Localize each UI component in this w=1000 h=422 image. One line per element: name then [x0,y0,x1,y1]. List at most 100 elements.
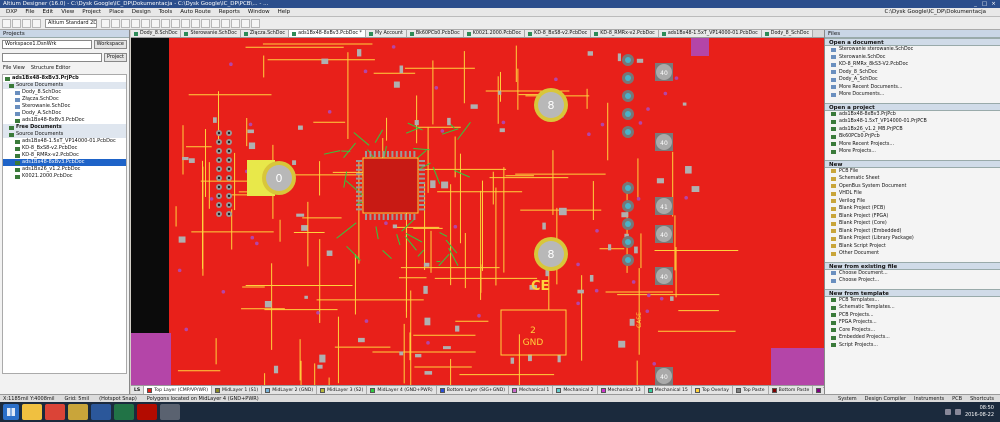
project-select[interactable] [2,53,102,62]
maximize-button[interactable]: □ [980,0,989,8]
cut-icon[interactable] [131,18,140,28]
menu-item-tools[interactable]: Tools [155,8,177,17]
files-section-item[interactable]: OpenBus System Document [825,183,1000,191]
files-section-item[interactable]: More Recent Projects... [825,141,1000,149]
files-section-item[interactable]: Sterowanie.SchDoc [825,54,1000,62]
files-section-header[interactable]: New from template [825,288,1000,297]
paste-icon[interactable] [151,18,160,28]
files-section-header[interactable]: New from existing file [825,261,1000,270]
menu-item-window[interactable]: Window [244,8,274,17]
layer-tab[interactable]: MidLayer 4 (GND+PWR) [367,386,437,394]
panel-button-instruments[interactable]: Instruments [914,395,944,402]
structure-editor-radio[interactable]: Structure Editor [31,65,71,71]
menu-item-reports[interactable]: Reports [215,8,244,17]
network-icon[interactable] [944,409,951,415]
tree-item[interactable]: Source Documents [3,82,126,89]
files-section-item[interactable]: Core Projects... [825,327,1000,335]
tree-item[interactable]: KD-8_RMRx-v2.PcbDoc [3,152,126,159]
redo-icon[interactable] [251,18,260,28]
layer-tab[interactable]: Bottom Paste [769,386,814,394]
files-section-item[interactable]: KD-8_RMRx_8kS3-V2.PcbDoc [825,61,1000,69]
menu-item-place[interactable]: Place [105,8,128,17]
menu-item-file[interactable]: File [21,8,38,17]
route-icon[interactable] [181,18,190,28]
word-app[interactable] [91,404,111,420]
chrome-app[interactable] [45,404,65,420]
layer-tab[interactable]: Top Overlay [692,386,733,394]
tree-item[interactable]: KD-8_BxS8-v2.PcbDoc [3,145,126,152]
files-section-item[interactable]: More Projects... [825,148,1000,156]
via-icon[interactable] [191,18,200,28]
layer-tab[interactable]: Bottom Layer (SIG+GND) [437,386,510,394]
calc-app[interactable] [160,404,180,420]
print-icon[interactable] [32,18,41,28]
save-icon[interactable] [22,18,31,28]
document-tab[interactable]: KD-8_BxS8-v2.PcbDoc [525,30,592,37]
text-icon[interactable] [211,18,220,28]
files-section-item[interactable]: Blank Project (Core) [825,220,1000,228]
tree-item[interactable]: ads1Bx48-1.5xT_VP14000-01.PcbDoc [3,138,126,145]
zoom-out-icon[interactable] [111,18,120,28]
files-section-item[interactable]: Dody_A_SchDoc [825,76,1000,84]
files-section-header[interactable]: Open a project [825,102,1000,111]
document-tab[interactable]: ads1Bx48-8xBv3.PcbDoc * [289,30,366,37]
layer-set-icon[interactable]: LS [131,386,145,394]
files-section-item[interactable]: Blank Project (Embedded) [825,228,1000,236]
layer-tab[interactable]: Mechanical 1 [509,386,554,394]
files-section-item[interactable]: Choose Document... [825,270,1000,278]
minimize-button[interactable]: _ [971,0,980,8]
start-button[interactable] [3,404,19,420]
pcb-board-view[interactable]: 0 8 8 40 40 41 40 40 40 CE 2 GND CASE [131,38,824,385]
files-section-header[interactable]: Open a document [825,38,1000,46]
document-tab[interactable]: KD-8_RMRx-v2.PcbDoc [591,30,659,37]
files-section-item[interactable]: Bk60PCb0.PrjPcb [825,133,1000,141]
layer-tab[interactable]: Top Paste [733,386,769,394]
document-tab[interactable]: Dody_8.SchDoc [131,30,182,37]
layer-tab[interactable]: Mechanical 2 [553,386,598,394]
altium-app[interactable] [68,404,88,420]
files-section-item[interactable]: PCB Templates... [825,297,1000,305]
tree-item[interactable]: Source Documents [3,131,126,138]
files-section-item[interactable]: ads1Bx48-1.5xT_VP14000-01.PrjPCB [825,118,1000,126]
undo-icon[interactable] [241,18,250,28]
files-section-header[interactable]: New [825,159,1000,168]
layer-tab[interactable]: MidLayer 3 (S2) [317,386,368,394]
layer-tab[interactable]: MidLayer 1 (S1) [212,386,263,394]
document-tab[interactable]: Bk60PCb0.PcbDoc [406,30,464,37]
document-tab[interactable]: K0021.2000.PcbDoc [463,30,526,37]
clock[interactable]: 08:50 2016-08-22 [965,405,994,419]
tree-item[interactable]: Free Documents [3,124,126,131]
panel-button-shortcuts[interactable]: Shortcuts [970,395,994,402]
menu-item-view[interactable]: View [57,8,78,17]
select-icon[interactable] [161,18,170,28]
files-section-item[interactable]: Blank Project (Library Package) [825,235,1000,243]
layer-tab[interactable]: Top Layer (CMP/VP/WR) [144,386,212,394]
tree-item[interactable]: ads1Bx26_v1.2.PcbDoc [3,166,126,173]
pad-icon[interactable] [201,18,210,28]
files-section-item[interactable]: VHDL File [825,190,1000,198]
document-tab[interactable]: Złącza.SchDoc [240,30,290,37]
files-section-item[interactable]: Script Projects... [825,342,1000,350]
menu-item-auto-route[interactable]: Auto Route [176,8,214,17]
menu-item-design[interactable]: Design [128,8,155,17]
files-section-item[interactable]: Blank Script Project [825,243,1000,251]
files-section-item[interactable]: Blank Project (PCB) [825,205,1000,213]
file-view-radio[interactable]: File View [3,65,25,71]
project-button[interactable]: Project [103,53,127,62]
panel-button-pcb[interactable]: PCB [952,395,962,402]
tree-item[interactable]: Złącza.SchDoc [3,96,126,103]
view-config-combo[interactable]: Altium Standard 2D [45,18,97,28]
document-tab[interactable]: Dody_8_SchDoc [761,30,814,37]
files-section-item[interactable]: ads1Bx26_v1.2_MB.PrjPCB [825,126,1000,134]
workspace-select[interactable]: Workspace1.DsnWrk [2,40,92,49]
copy-icon[interactable] [141,18,150,28]
zoom-fit-icon[interactable] [121,18,130,28]
zoom-in-icon[interactable] [101,18,110,28]
excel-app[interactable] [114,404,134,420]
panel-button-system[interactable]: System [838,395,857,402]
document-tab[interactable]: Sterowanie.SchDoc [181,30,241,37]
document-tab[interactable]: My Account [365,30,407,37]
layer-tab[interactable]: Top Solder [813,386,824,394]
document-tab[interactable]: ads1Bx48-1.5xT_VP14000-01.PcbDoc [658,30,762,37]
layer-tab[interactable]: Mechanical 13 [598,386,645,394]
